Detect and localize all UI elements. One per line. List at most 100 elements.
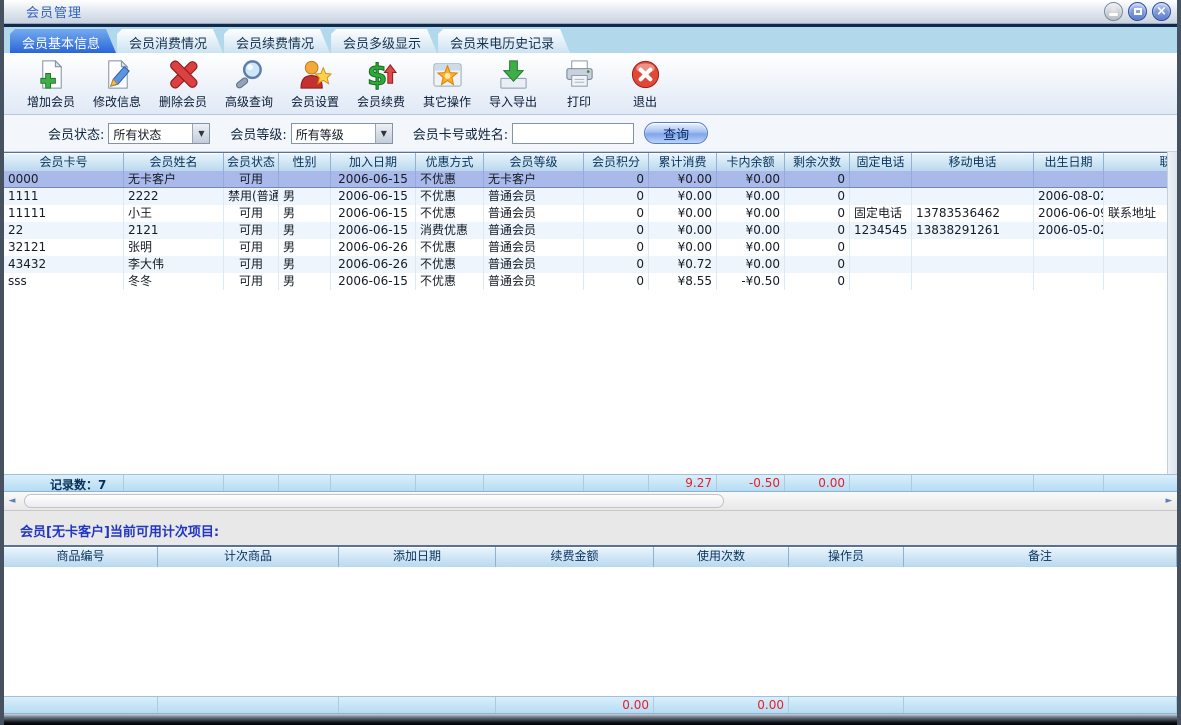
table-cell <box>1104 273 1167 290</box>
table-row[interactable]: 32121张明可用男2006-06-26不优惠普通会员0¥0.00¥0.000 <box>4 239 1167 256</box>
close-button[interactable]: × <box>1152 2 1171 21</box>
table-cell: 可用 <box>224 239 279 256</box>
table-cell: 0 <box>584 188 649 205</box>
table-cell: 0 <box>785 222 850 239</box>
table-cell: 禁用(普通会员) <box>224 188 279 205</box>
table-row[interactable]: 43432李大伟可用男2006-06-26不优惠普通会员0¥0.72¥0.000 <box>4 256 1167 273</box>
table-cell: 男 <box>279 188 331 205</box>
table-row-selected[interactable]: 0000无卡客户可用2006-06-15不优惠无卡客户0¥0.00¥0.000 <box>4 171 1167 188</box>
window-title: 会员管理 <box>26 2 82 21</box>
chevron-down-icon[interactable]: ▼ <box>192 124 209 143</box>
table-cell <box>1104 188 1167 205</box>
table-cell: 2006-06-15 <box>331 188 416 205</box>
column-header[interactable]: 剩余次数 <box>785 153 850 171</box>
table-cell: 1234545 <box>850 222 912 239</box>
table-cell: 男 <box>279 273 331 290</box>
table-cell: 普通会员 <box>484 256 584 273</box>
table-cell <box>279 171 331 187</box>
table-cell: 男 <box>279 222 331 239</box>
toolbar-button-label: 修改信息 <box>93 93 141 110</box>
table-row[interactable]: sss冬冬可用男2006-06-15不优惠普通会员0¥8.55-¥0.500 <box>4 273 1167 290</box>
toolbar-button-label: 高级查询 <box>225 93 273 110</box>
summary-cell <box>279 475 331 491</box>
table-cell: 联系地址 <box>1104 205 1167 222</box>
table-cell <box>1034 256 1104 273</box>
table-cell: ¥0.00 <box>649 239 717 256</box>
exit-button[interactable]: 退出 <box>612 56 678 112</box>
table-cell: 男 <box>279 205 331 222</box>
column-header[interactable]: 加入日期 <box>331 153 416 171</box>
column-header[interactable]: 续费金额 <box>496 547 654 567</box>
toolbar-button-label: 其它操作 <box>423 93 471 110</box>
record-count: 记录数：7 <box>50 476 106 493</box>
column-header[interactable]: 使用次数 <box>654 547 789 567</box>
table-cell: 小王 <box>124 205 224 222</box>
table-cell: 无卡客户 <box>124 171 224 187</box>
column-header[interactable]: 累计消费 <box>649 153 717 171</box>
table-row[interactable]: 222121可用男2006-06-15消费优惠普通会员0¥0.00¥0.0001… <box>4 222 1167 239</box>
import-export-button[interactable]: 导入导出 <box>480 56 546 112</box>
tab-2[interactable]: 会员消费情况 <box>117 29 223 53</box>
print-button[interactable]: 打印 <box>546 56 612 112</box>
minimize-button[interactable] <box>1104 2 1123 21</box>
column-header[interactable]: 出生日期 <box>1034 153 1104 171</box>
column-header[interactable]: 优惠方式 <box>416 153 484 171</box>
tab-5[interactable]: 会员来电历史记录 <box>438 29 570 53</box>
table-cell: 22 <box>4 222 124 239</box>
table-row[interactable]: 11112222禁用(普通会员)男2006-06-15不优惠普通会员0¥0.00… <box>4 188 1167 205</box>
column-header[interactable]: 商品编号 <box>4 547 158 567</box>
table-cell: 0 <box>584 256 649 273</box>
column-header[interactable]: 卡内余额 <box>717 153 785 171</box>
column-header[interactable]: 操作员 <box>789 547 904 567</box>
detail-table: 商品编号计次商品添加日期续费金额使用次数操作员备注 <box>4 546 1177 567</box>
table-cell <box>1034 273 1104 290</box>
column-header[interactable]: 会员积分 <box>584 153 649 171</box>
tab-4[interactable]: 会员多级显示 <box>331 29 437 53</box>
table-cell: 2006-06-15 <box>331 205 416 222</box>
column-header[interactable]: 联系地址 <box>1104 153 1167 171</box>
toolbar-button-label: 删除会员 <box>159 93 207 110</box>
table-row[interactable]: 11111小王可用男2006-06-15不优惠普通会员0¥0.00¥0.000固… <box>4 205 1167 222</box>
summary-cell <box>4 697 158 713</box>
advanced-search-button[interactable]: 高级查询 <box>216 56 282 112</box>
toolbar-button-label: 导入导出 <box>489 93 537 110</box>
scroll-right-icon[interactable]: ► <box>1161 492 1177 510</box>
other-operations-button[interactable]: 其它操作 <box>414 56 480 112</box>
summary-cell <box>850 475 912 491</box>
horizontal-scrollbar[interactable]: ◄ ► <box>4 492 1177 511</box>
column-header[interactable]: 计次商品 <box>158 547 339 567</box>
column-header[interactable]: 添加日期 <box>339 547 496 567</box>
member-status-select[interactable]: 所有状态 ▼ <box>108 123 210 144</box>
vertical-scrollbar[interactable] <box>1167 152 1177 474</box>
table-cell: ¥0.00 <box>649 171 717 187</box>
column-header[interactable]: 会员卡号 <box>4 153 124 171</box>
delete-member-button[interactable]: 删除会员 <box>150 56 216 112</box>
member-renew-button[interactable]: $会员续费 <box>348 56 414 112</box>
add-member-button[interactable]: 增加会员 <box>18 56 84 112</box>
member-settings-button[interactable]: 会员设置 <box>282 56 348 112</box>
member-status-value: 所有状态 <box>109 124 192 143</box>
table-cell: 2006-06-15 <box>331 222 416 239</box>
scroll-left-icon[interactable]: ◄ <box>4 492 20 510</box>
table-cell: 2006-06-09 <box>1034 205 1104 222</box>
member-level-select[interactable]: 所有等级 ▼ <box>291 123 393 144</box>
member-summary-bar: 记录数：7 9.27-0.500.00 <box>4 474 1177 492</box>
table-cell: 0 <box>785 205 850 222</box>
edit-info-button[interactable]: 修改信息 <box>84 56 150 112</box>
search-input[interactable] <box>512 123 634 144</box>
column-header[interactable]: 移动电话 <box>912 153 1034 171</box>
table-cell <box>850 256 912 273</box>
maximize-button[interactable] <box>1128 2 1147 21</box>
chevron-down-icon[interactable]: ▼ <box>375 124 392 143</box>
query-button[interactable]: 查询 <box>644 122 708 144</box>
column-header[interactable]: 备注 <box>904 547 1177 567</box>
tab-1-active[interactable]: 会员基本信息 <box>10 29 116 53</box>
column-header[interactable]: 会员等级 <box>484 153 584 171</box>
column-header[interactable]: 性别 <box>279 153 331 171</box>
column-header[interactable]: 会员状态 <box>224 153 279 171</box>
scrollbar-thumb[interactable] <box>24 494 724 508</box>
table-cell: ¥0.00 <box>717 239 785 256</box>
column-header[interactable]: 会员姓名 <box>124 153 224 171</box>
tab-3[interactable]: 会员续费情况 <box>224 29 330 53</box>
column-header[interactable]: 固定电话 <box>850 153 912 171</box>
